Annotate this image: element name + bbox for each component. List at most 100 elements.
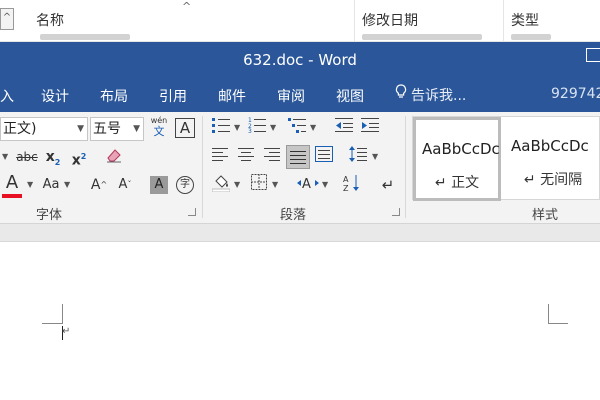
align-center-icon[interactable] <box>236 146 256 168</box>
sort-ascending-icon: ^ <box>182 0 192 13</box>
styles-group-label: 样式 <box>532 208 559 223</box>
chevron-down-icon[interactable]: ▼ <box>310 117 316 139</box>
bullets-button[interactable] <box>210 117 232 139</box>
column-header-type[interactable]: 类型 <box>511 10 539 30</box>
line-spacing-icon[interactable] <box>348 146 368 168</box>
restore-window-icon[interactable] <box>586 48 600 62</box>
numbering-button[interactable]: 123 <box>246 117 268 139</box>
chevron-down-icon[interactable]: ▼ <box>270 117 276 139</box>
font-color-swatch <box>2 194 22 198</box>
style-sample: AaBbCcDc <box>511 137 589 155</box>
crop-mark-top-right <box>548 304 549 324</box>
tab-mailings[interactable]: 邮件 <box>218 86 246 106</box>
tab-design[interactable]: 设计 <box>41 86 69 106</box>
explorer-header: ^ 名称 ^ 修改日期 类型 <box>0 0 600 42</box>
svg-text:Z: Z <box>343 184 349 192</box>
font-color-button[interactable]: A <box>2 172 22 194</box>
crop-mark-top-left <box>62 304 63 324</box>
font-size-combo[interactable]: 五号 ▼ <box>90 117 144 141</box>
subscript-button[interactable]: x2 <box>44 146 62 168</box>
borders-icon[interactable] <box>248 174 270 196</box>
shading-bucket-icon[interactable] <box>210 174 232 196</box>
tab-insert[interactable]: 入 <box>0 86 14 106</box>
tab-review[interactable]: 审阅 <box>277 86 305 106</box>
chevron-down-icon[interactable]: ▼ <box>372 146 378 168</box>
sort-icon[interactable]: AZ <box>342 174 364 196</box>
account-name[interactable]: 929742 <box>551 86 600 102</box>
style-normal[interactable]: AaBbCcDc ↵ 正文 <box>413 117 501 201</box>
group-divider <box>202 116 203 218</box>
font-size-value: 五号 <box>93 121 121 137</box>
chevron-down-icon[interactable]: ▼ <box>234 117 240 139</box>
styles-gallery: AaBbCcDc ↵ 正文 AaBbCcDc ↵ 无间隔 <box>412 116 600 201</box>
font-name-combo[interactable]: 正文) ▼ <box>0 117 88 141</box>
phonetic-bottom: 文 <box>153 125 165 138</box>
svg-text:A: A <box>343 175 349 184</box>
font-name-value: 正文) <box>3 121 37 137</box>
column-header-modified[interactable]: 修改日期 <box>362 10 418 30</box>
tab-references[interactable]: 引用 <box>159 86 187 106</box>
style-no-spacing[interactable]: AaBbCcDc ↵ 无间隔 <box>505 117 600 201</box>
font-dialog-launcher-icon[interactable] <box>188 208 196 216</box>
multilevel-list-button[interactable] <box>286 117 308 139</box>
tell-me-box[interactable]: 告诉我... <box>395 84 466 105</box>
character-shading-button[interactable]: A <box>150 176 168 194</box>
title-bar: 632.doc - Word <box>0 42 600 78</box>
crop-mark-top-left <box>42 323 63 324</box>
svg-text:3: 3 <box>248 128 252 133</box>
font-color-letter: A <box>5 172 19 193</box>
style-sample: AaBbCcDc <box>422 140 500 158</box>
collapse-icon[interactable]: ^ <box>0 8 14 30</box>
enclose-characters-button[interactable]: 字 <box>176 176 194 194</box>
grow-font-button[interactable]: A^ <box>90 174 108 196</box>
phonetic-guide-button[interactable]: wén 文 <box>148 115 170 139</box>
decrease-indent-icon[interactable] <box>334 117 354 139</box>
group-divider <box>405 116 406 218</box>
increase-indent-icon[interactable] <box>360 117 380 139</box>
subscript-mark: 2 <box>54 157 61 167</box>
chevron-down-icon[interactable]: ▼ <box>234 174 240 196</box>
superscript-letter: x <box>71 152 81 169</box>
obscured-file-type <box>511 34 551 40</box>
tab-layout[interactable]: 布局 <box>100 86 128 106</box>
paragraph-dialog-launcher-icon[interactable] <box>392 208 400 216</box>
ribbon-tabs: 入 设计 布局 引用 邮件 审阅 视图 告诉我... 929742 <box>0 78 600 112</box>
subscript-letter: x <box>45 149 55 165</box>
crop-mark-top-right <box>548 323 568 324</box>
paragraph-mark: ↵ <box>62 326 71 337</box>
distributed-icon[interactable] <box>314 146 334 168</box>
ribbon: 正文) ▼ 五号 ▼ wén 文 A ▼ abc x2 x2 A ▼ Aa ▼ … <box>0 112 600 224</box>
chevron-down-icon[interactable]: ▼ <box>272 174 278 196</box>
shrink-font-button[interactable]: Aˇ <box>116 174 134 196</box>
chevron-down-icon[interactable]: ▼ <box>133 118 140 140</box>
tell-me-text: 告诉我... <box>411 88 467 104</box>
ruler-area <box>0 224 600 242</box>
column-header-name[interactable]: 名称 <box>36 10 64 30</box>
strikethrough-button[interactable]: abc <box>14 146 40 168</box>
align-right-icon[interactable] <box>262 146 282 168</box>
justify-icon[interactable] <box>286 145 310 169</box>
chevron-down-icon[interactable]: ▼ <box>64 174 70 196</box>
obscured-file-name <box>40 34 130 40</box>
grow-font-letter: A <box>90 177 101 193</box>
superscript-button[interactable]: x2 <box>70 146 88 169</box>
style-name: ↵ 无间隔 <box>523 172 583 188</box>
paragraph-group-label: 段落 <box>280 208 307 223</box>
tab-view[interactable]: 视图 <box>336 86 364 106</box>
column-divider[interactable] <box>503 0 504 42</box>
chinese-layout-icon[interactable]: A <box>296 174 320 196</box>
change-case-button[interactable]: Aa <box>40 174 62 196</box>
clear-formatting-icon[interactable] <box>104 146 124 168</box>
chevron-down-icon[interactable]: ▼ <box>27 174 33 196</box>
character-border-button[interactable]: A <box>175 118 195 138</box>
column-divider[interactable] <box>354 0 355 42</box>
show-formatting-icon[interactable]: ↵ <box>378 174 398 196</box>
document-page[interactable]: ↵ <box>0 242 600 400</box>
font-group-label: 字体 <box>36 208 63 223</box>
align-left-icon[interactable] <box>210 146 230 168</box>
chevron-down-icon[interactable]: ▼ <box>77 118 84 140</box>
window-title: 632.doc - Word <box>243 51 357 69</box>
chevron-down-icon[interactable]: ▼ <box>2 146 8 168</box>
obscured-file-date <box>362 34 482 40</box>
chevron-down-icon[interactable]: ▼ <box>322 174 328 196</box>
